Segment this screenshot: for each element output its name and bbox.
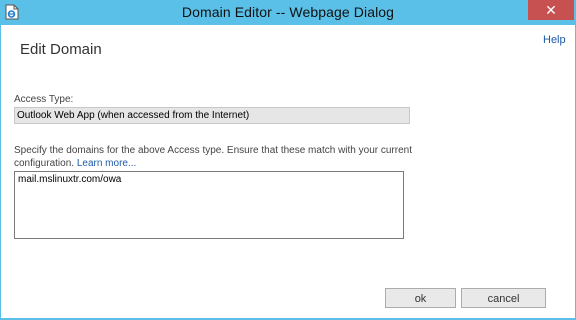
access-type-field: Outlook Web App (when accessed from the … [14,107,410,124]
title-bar[interactable]: Domain Editor -- Webpage Dialog ✕ [0,0,576,25]
close-icon: ✕ [545,2,557,18]
access-type-label: Access Type: [14,94,74,105]
domains-textarea[interactable]: mail.mslinuxtr.com/owa [14,171,404,239]
dialog-content: Help Edit Domain Access Type: Outlook We… [1,25,575,318]
description-text: Specify the domains for the above Access… [14,145,412,169]
dialog-window: Domain Editor -- Webpage Dialog ✕ Help E… [0,0,576,320]
cancel-button[interactable]: cancel [461,288,546,308]
ok-button[interactable]: ok [385,288,456,308]
close-button[interactable]: ✕ [528,0,574,20]
window-title: Domain Editor -- Webpage Dialog [181,4,395,20]
domains-description: Specify the domains for the above Access… [14,144,434,170]
help-link[interactable]: Help [543,34,566,46]
page-title: Edit Domain [20,41,102,58]
learn-more-link[interactable]: Learn more... [77,158,136,169]
